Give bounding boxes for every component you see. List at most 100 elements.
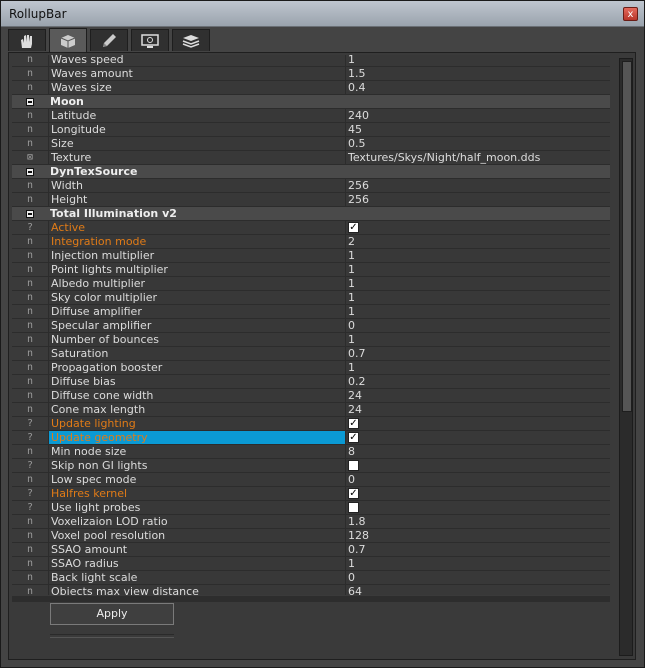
property-row[interactable]: ? Update lighting ✓ [12,417,610,431]
property-row[interactable]: ? Halfres kernel ✓ [12,487,610,501]
property-value[interactable]: 1.5 [347,67,610,80]
property-value[interactable]: ✓ [347,417,610,430]
property-value[interactable]: ✓ [347,431,610,444]
property-row[interactable]: ? Update geometry ✓ [12,431,610,445]
scrollbar-thumb[interactable] [622,61,632,412]
property-checkbox[interactable] [348,502,359,513]
property-row[interactable]: n Point lights multiplier 1 [12,263,610,277]
property-row[interactable]: n Integration mode 2 [12,235,610,249]
property-row[interactable]: n Diffuse bias 0.2 [12,375,610,389]
property-row[interactable]: n Voxelizaion LOD ratio 1.8 [12,515,610,529]
property-value[interactable]: 24 [347,389,610,402]
property-row[interactable]: n Low spec mode 0 [12,473,610,487]
property-value[interactable]: 2 [347,235,610,248]
property-checkbox[interactable]: ✓ [348,432,359,443]
property-row[interactable]: n Size 0.5 [12,137,610,151]
apply-button[interactable]: Apply [50,603,174,625]
property-row[interactable]: n Back light scale 0 [12,571,610,585]
tab-terrain[interactable] [49,28,87,52]
property-row[interactable]: n Diffuse amplifier 1 [12,305,610,319]
property-checkbox[interactable]: ✓ [348,418,359,429]
property-value[interactable]: 0 [347,319,610,332]
property-row[interactable]: ⊠ Texture Textures/Skys/Night/half_moon.dd… [12,151,610,165]
collapse-icon[interactable] [12,165,48,178]
property-checkbox[interactable] [348,460,359,471]
property-name: Latitude [48,109,346,122]
property-name: Injection multiplier [48,249,346,262]
collapse-icon[interactable] [12,95,48,108]
property-row[interactable]: n Diffuse cone width 24 [12,389,610,403]
property-checkbox[interactable]: ✓ [348,222,359,233]
property-value[interactable]: 0 [347,571,610,584]
property-row[interactable]: ? Skip non GI lights [12,459,610,473]
property-row[interactable]: n Waves speed 1 [12,55,610,67]
property-value[interactable]: 1 [347,305,610,318]
property-value[interactable]: 0.7 [347,347,610,360]
property-row[interactable]: n Saturation 0.7 [12,347,610,361]
title-bar[interactable]: RollupBar x [1,1,644,27]
property-value[interactable]: 64 [347,585,610,595]
property-value[interactable]: 0.2 [347,375,610,388]
property-row[interactable]: n Latitude 240 [12,109,610,123]
property-row[interactable]: n Height 256 [12,193,610,207]
property-row[interactable]: n Waves size 0.4 [12,81,610,95]
tab-layers[interactable] [172,29,210,51]
property-value[interactable]: 128 [347,529,610,542]
property-name: Propagation booster [48,361,346,374]
property-value[interactable]: 45 [347,123,610,136]
property-value[interactable]: 1 [347,55,610,66]
property-row[interactable]: n Sky color multiplier 1 [12,291,610,305]
property-value[interactable]: 256 [347,193,610,206]
property-value[interactable]: 1 [347,333,610,346]
property-name: Saturation [48,347,346,360]
group-header[interactable]: Moon [12,95,610,109]
property-value[interactable]: 1 [347,557,610,570]
property-row[interactable]: n Cone max length 24 [12,403,610,417]
property-value[interactable]: 1 [347,249,610,262]
property-row[interactable]: n Objects max view distance 64 [12,585,610,595]
collapse-icon[interactable] [12,207,48,220]
property-value[interactable]: 256 [347,179,610,192]
property-value[interactable]: 1 [347,277,610,290]
property-row[interactable]: n SSAO radius 1 [12,557,610,571]
property-value[interactable]: ✓ [347,487,610,500]
property-row[interactable]: n SSAO amount 0.7 [12,543,610,557]
property-row[interactable]: n Waves amount 1.5 [12,67,610,81]
property-row[interactable]: n Propagation booster 1 [12,361,610,375]
property-value[interactable]: 0.7 [347,543,610,556]
property-value[interactable]: 0 [347,473,610,486]
group-header[interactable]: DynTexSource [12,165,610,179]
property-row[interactable]: n Injection multiplier 1 [12,249,610,263]
tab-objects[interactable] [8,29,46,51]
property-row[interactable]: n Voxel pool resolution 128 [12,529,610,543]
property-value[interactable] [347,459,610,472]
property-value[interactable]: 1.8 [347,515,610,528]
property-row[interactable]: ? Active ✓ [12,221,610,235]
property-row[interactable]: n Min node size 8 [12,445,610,459]
property-value[interactable] [347,501,610,514]
group-header[interactable]: Total Illumination v2 [12,207,610,221]
property-value[interactable]: 0.4 [347,81,610,94]
property-value[interactable]: 1 [347,361,610,374]
property-checkbox[interactable]: ✓ [348,488,359,499]
property-row[interactable]: n Specular amplifier 0 [12,319,610,333]
property-name: Integration mode [48,235,346,248]
property-value[interactable]: 1 [347,263,610,276]
property-row[interactable]: n Number of bounces 1 [12,333,610,347]
property-row[interactable]: n Albedo multiplier 1 [12,277,610,291]
property-value[interactable]: 8 [347,445,610,458]
vertical-scrollbar[interactable] [619,58,633,656]
property-value[interactable]: ✓ [347,221,610,234]
property-row[interactable]: n Longitude 45 [12,123,610,137]
close-button[interactable]: x [623,7,638,21]
pencil-icon [103,33,116,47]
property-value[interactable]: 240 [347,109,610,122]
tab-modeling[interactable] [90,29,128,51]
property-row[interactable]: ? Use light probes [12,501,610,515]
property-value[interactable]: Textures/Skys/Night/half_moon.dds [347,151,610,164]
property-value[interactable]: 24 [347,403,610,416]
property-value[interactable]: 1 [347,291,610,304]
property-value[interactable]: 0.5 [347,137,610,150]
property-row[interactable]: n Width 256 [12,179,610,193]
tab-display[interactable] [131,29,169,51]
